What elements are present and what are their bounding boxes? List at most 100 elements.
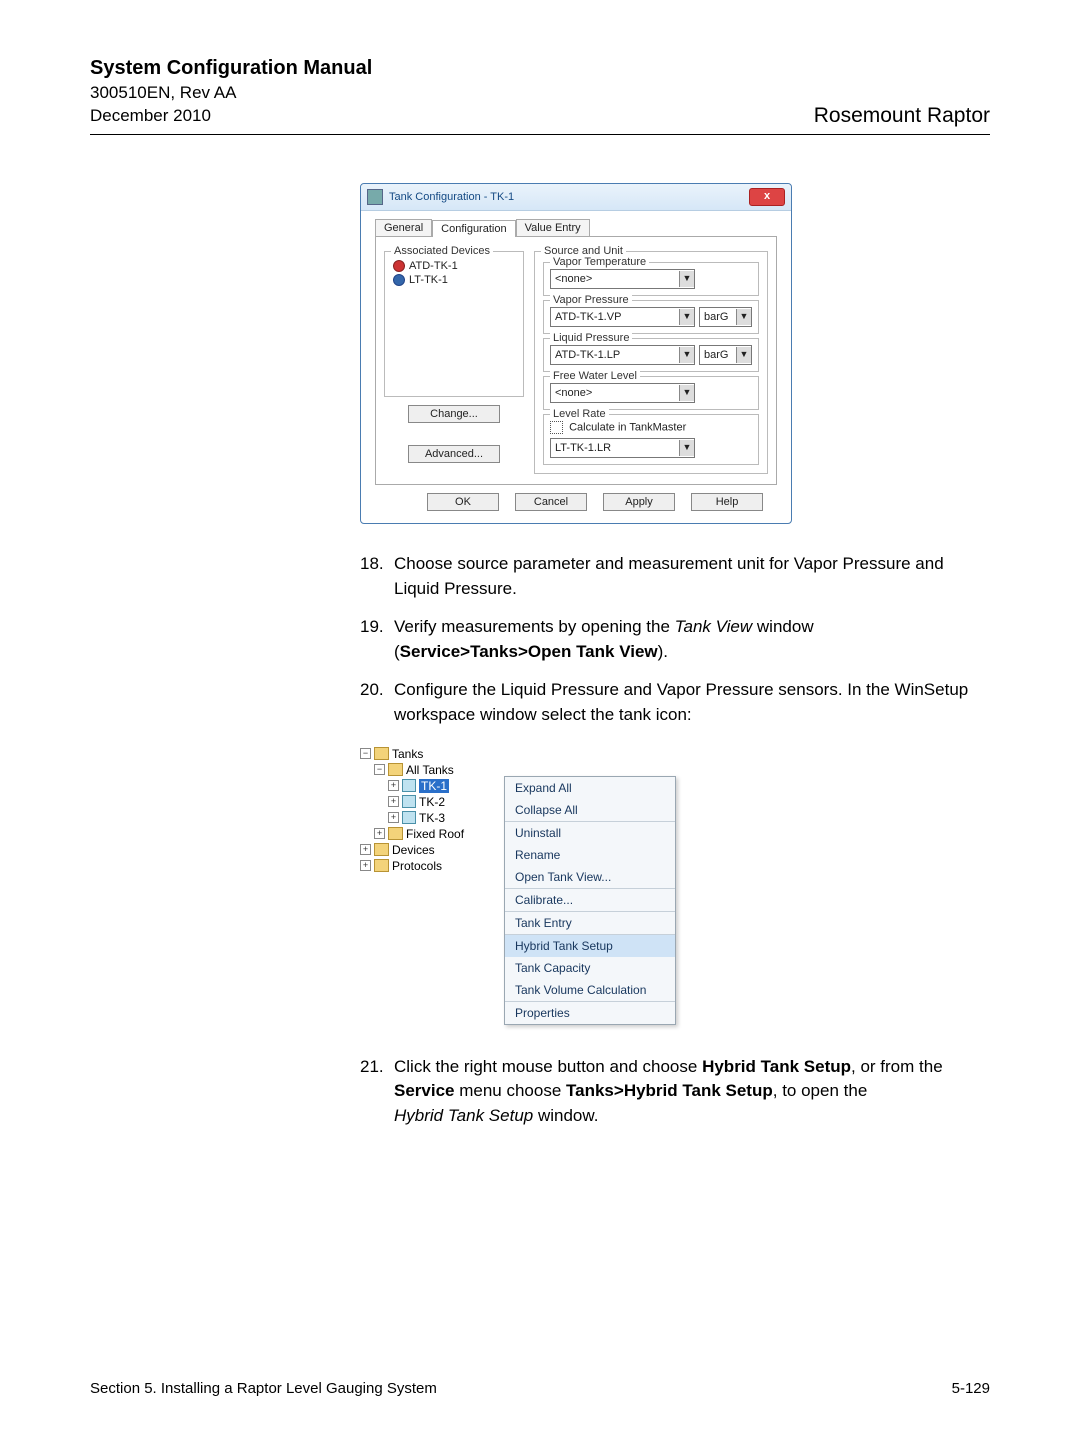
advanced-button[interactable]: Advanced... (408, 445, 500, 463)
combo-value: LT-TK-1.LR (551, 442, 679, 454)
tank-icon (402, 795, 416, 808)
menu-calibrate[interactable]: Calibrate... (505, 889, 675, 911)
menu-rename[interactable]: Rename (505, 844, 675, 866)
chevron-down-icon: ▼ (679, 385, 694, 401)
menu-tank-capacity[interactable]: Tank Capacity (505, 957, 675, 979)
ok-button[interactable]: OK (427, 493, 499, 511)
folder-icon (388, 763, 403, 776)
instruction-list: 18. Choose source parameter and measurem… (360, 552, 990, 728)
collapse-icon[interactable]: − (374, 764, 385, 775)
folder-icon (374, 747, 389, 760)
chevron-down-icon: ▼ (679, 440, 694, 456)
folder-icon (374, 843, 389, 856)
tree-label[interactable]: TK-3 (419, 811, 445, 825)
device-item[interactable]: LT-TK-1 (393, 274, 515, 286)
workspace-tree: −Tanks −All Tanks +TK-1 +TK-2 +TK-3 +Fix… (360, 746, 500, 1025)
liquid-press-legend: Liquid Pressure (550, 332, 632, 344)
tank-icon (402, 811, 416, 824)
associated-devices-fieldset: Associated Devices ATD-TK-1 LT-TK-1 (384, 251, 524, 397)
combo-value: <none> (551, 387, 679, 399)
folder-icon (374, 859, 389, 872)
folder-icon (388, 827, 403, 840)
tank-icon (402, 779, 416, 792)
tree-label[interactable]: Fixed Roof (406, 827, 464, 841)
doc-number: 300510EN, Rev AA (90, 82, 372, 105)
combo-value: <none> (551, 273, 679, 285)
step-text: Click the right mouse button and choose … (394, 1055, 990, 1129)
help-button[interactable]: Help (691, 493, 763, 511)
free-water-combo[interactable]: <none> ▼ (550, 383, 695, 403)
level-rate-legend: Level Rate (550, 408, 609, 420)
product-name: Rosemount Raptor (814, 104, 990, 128)
collapse-icon[interactable]: − (360, 748, 371, 759)
tank-config-dialog: Tank Configuration - TK-1 x General Conf… (360, 183, 792, 524)
combo-value: ATD-TK-1.VP (551, 311, 679, 323)
tab-general[interactable]: General (375, 219, 432, 236)
associated-devices-legend: Associated Devices (391, 245, 493, 257)
menu-hybrid-tank-setup[interactable]: Hybrid Tank Setup (505, 935, 675, 957)
menu-uninstall[interactable]: Uninstall (505, 822, 675, 844)
expand-icon[interactable]: + (360, 844, 371, 855)
doc-date: December 2010 (90, 105, 372, 128)
free-water-group: Free Water Level <none> ▼ (543, 376, 759, 410)
liquid-press-unit-combo[interactable]: barG ▼ (699, 345, 752, 365)
expand-icon[interactable]: + (374, 828, 385, 839)
expand-icon[interactable]: + (360, 860, 371, 871)
device-icon (393, 260, 405, 272)
context-menu: Expand All Collapse All Uninstall Rename… (504, 776, 676, 1025)
combo-value: barG (700, 349, 736, 361)
expand-icon[interactable]: + (388, 780, 399, 791)
tabs: General Configuration Value Entry (375, 219, 777, 236)
menu-expand-all[interactable]: Expand All (505, 777, 675, 799)
change-button[interactable]: Change... (408, 405, 500, 423)
manual-title: System Configuration Manual (90, 55, 372, 82)
menu-properties[interactable]: Properties (505, 1002, 675, 1024)
tab-value-entry[interactable]: Value Entry (516, 219, 590, 236)
liquid-press-combo[interactable]: ATD-TK-1.LP ▼ (550, 345, 695, 365)
calc-tm-checkbox[interactable] (550, 421, 563, 434)
calc-tm-row[interactable]: Calculate in TankMaster (550, 421, 752, 434)
tree-label[interactable]: Devices (392, 843, 435, 857)
expand-icon[interactable]: + (388, 812, 399, 823)
menu-tank-entry[interactable]: Tank Entry (505, 912, 675, 934)
level-rate-group: Level Rate Calculate in TankMaster LT-TK… (543, 414, 759, 465)
window-icon (367, 189, 383, 205)
page-footer: Section 5. Installing a Raptor Level Gau… (90, 1380, 990, 1397)
step-number: 20. (360, 678, 394, 727)
step-number: 21. (360, 1055, 394, 1129)
vapor-press-unit-combo[interactable]: barG ▼ (699, 307, 752, 327)
step-text: Choose source parameter and measurement … (394, 552, 990, 601)
menu-tank-volume-calc[interactable]: Tank Volume Calculation (505, 979, 675, 1001)
dialog-title: Tank Configuration - TK-1 (389, 191, 749, 203)
step-number: 19. (360, 615, 394, 664)
chevron-down-icon: ▼ (736, 347, 751, 363)
level-rate-combo[interactable]: LT-TK-1.LR ▼ (550, 438, 695, 458)
menu-collapse-all[interactable]: Collapse All (505, 799, 675, 821)
combo-value: ATD-TK-1.LP (551, 349, 679, 361)
vapor-press-group: Vapor Pressure ATD-TK-1.VP ▼ barG ▼ (543, 300, 759, 334)
chevron-down-icon: ▼ (679, 271, 694, 287)
free-water-legend: Free Water Level (550, 370, 640, 382)
tab-configuration[interactable]: Configuration (432, 220, 515, 237)
device-item[interactable]: ATD-TK-1 (393, 260, 515, 272)
vapor-press-combo[interactable]: ATD-TK-1.VP ▼ (550, 307, 695, 327)
source-unit-fieldset: Source and Unit Vapor Temperature <none>… (534, 251, 768, 474)
liquid-press-group: Liquid Pressure ATD-TK-1.LP ▼ barG ▼ (543, 338, 759, 372)
cancel-button[interactable]: Cancel (515, 493, 587, 511)
vapor-temp-combo[interactable]: <none> ▼ (550, 269, 695, 289)
close-button[interactable]: x (749, 188, 785, 206)
apply-button[interactable]: Apply (603, 493, 675, 511)
tree-label[interactable]: TK-2 (419, 795, 445, 809)
expand-icon[interactable]: + (388, 796, 399, 807)
step-number: 18. (360, 552, 394, 601)
config-panel: Associated Devices ATD-TK-1 LT-TK-1 Chan… (375, 236, 777, 485)
chevron-down-icon: ▼ (679, 309, 694, 325)
tree-label[interactable]: All Tanks (406, 763, 454, 777)
tree-label[interactable]: Protocols (392, 859, 442, 873)
menu-open-tank-view[interactable]: Open Tank View... (505, 866, 675, 888)
tree-label-selected[interactable]: TK-1 (419, 779, 449, 793)
vapor-temp-group: Vapor Temperature <none> ▼ (543, 262, 759, 296)
tree-label[interactable]: Tanks (392, 747, 423, 761)
combo-value: barG (700, 311, 736, 323)
calc-tm-label: Calculate in TankMaster (569, 421, 686, 433)
